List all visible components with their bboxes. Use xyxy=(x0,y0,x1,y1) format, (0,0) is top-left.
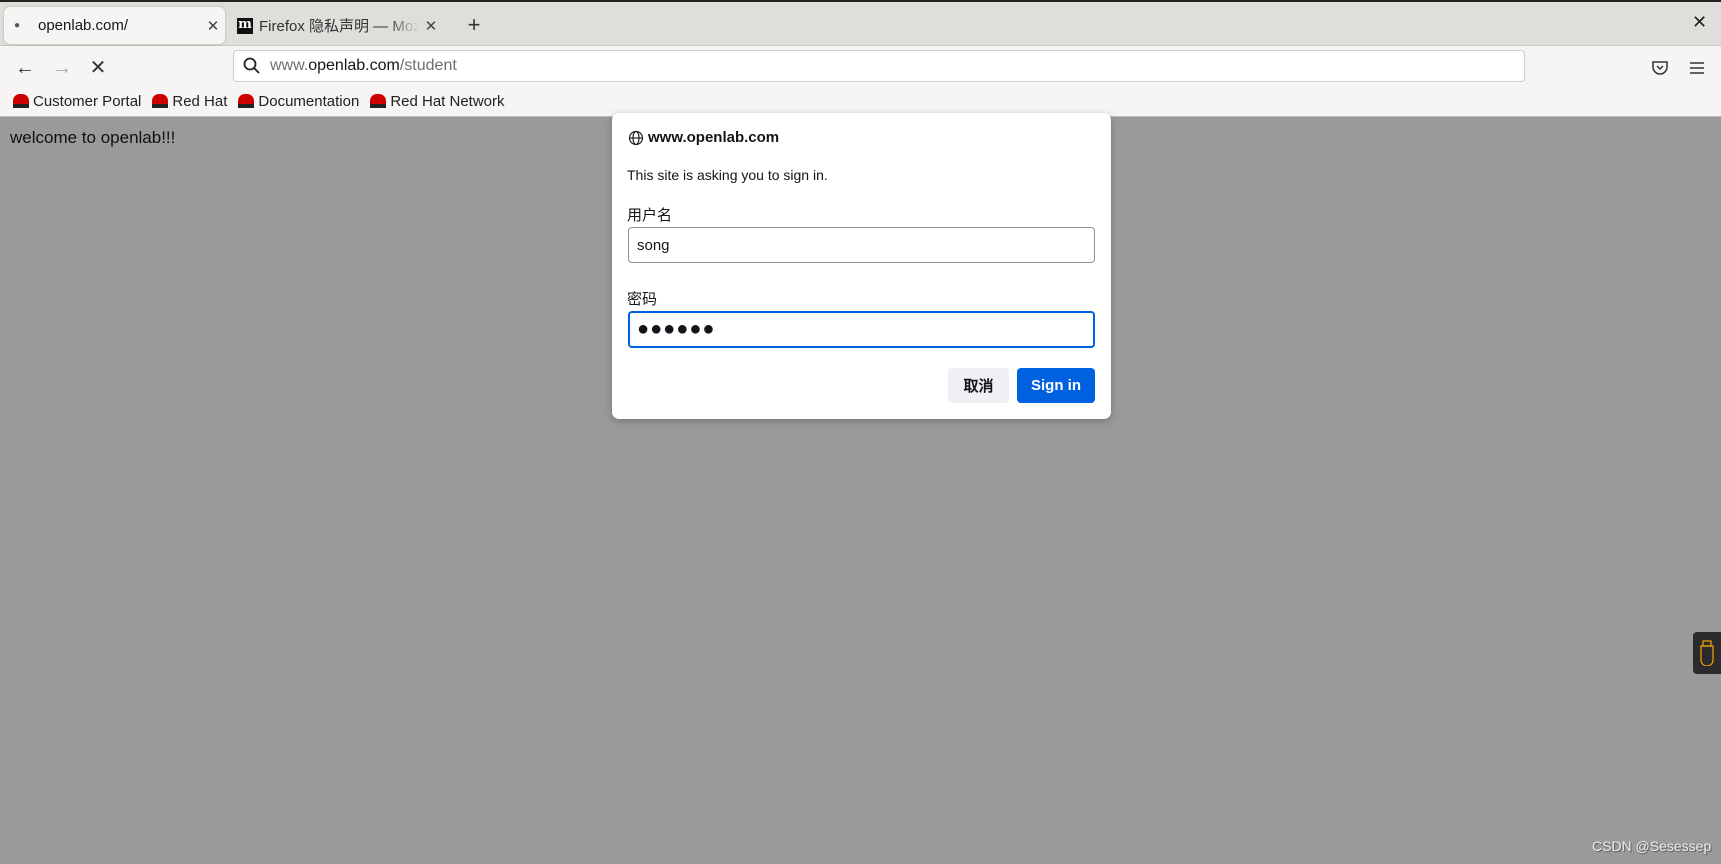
url-bar[interactable]: www.openlab.com/student xyxy=(233,50,1525,82)
dialog-message: This site is asking you to sign in. xyxy=(627,167,828,183)
welcome-text: welcome to openlab!!! xyxy=(10,128,176,147)
back-button[interactable]: ← xyxy=(11,54,39,82)
bookmark-label: Red Hat Network xyxy=(390,92,505,110)
new-tab-button[interactable]: + xyxy=(462,12,486,38)
bookmark-label: Red Hat xyxy=(172,92,228,110)
username-label: 用户名 xyxy=(627,207,673,224)
redhat-icon xyxy=(152,94,169,108)
dialog-host: www.openlab.com xyxy=(628,129,779,146)
window-close-button[interactable]: ✕ xyxy=(1692,12,1707,33)
menu-icon[interactable] xyxy=(1683,54,1711,82)
password-input[interactable]: ●●●●●● xyxy=(628,311,1095,348)
tab-title: Firefox 隐私声明 — Mozilla xyxy=(259,18,419,35)
auth-dialog: www.openlab.com This site is asking you … xyxy=(612,113,1111,419)
pocket-icon[interactable] xyxy=(1646,54,1674,82)
stop-button[interactable]: ✕ xyxy=(84,54,112,82)
forward-button[interactable]: → xyxy=(48,54,76,82)
bookmark-customer-portal[interactable]: Customer Portal xyxy=(13,93,141,110)
url-text: www.openlab.com/student xyxy=(270,57,457,74)
username-input[interactable]: song xyxy=(628,227,1095,263)
redhat-icon xyxy=(13,94,29,108)
tab-openlab[interactable]: ● openlab.com/ ✕ xyxy=(4,7,225,44)
tab-title: openlab.com/ xyxy=(38,17,129,34)
bookmark-documentation[interactable]: Documentation xyxy=(238,93,359,110)
globe-icon xyxy=(628,130,644,145)
nav-bar: ← → ✕ www.openlab.com/student Customer P… xyxy=(0,46,1721,117)
bookmark-red-hat-network[interactable]: Red Hat Network xyxy=(370,92,505,110)
redhat-icon xyxy=(238,94,255,108)
usb-device-icon[interactable] xyxy=(1693,632,1721,674)
tab-close-icon[interactable]: ✕ xyxy=(201,17,225,35)
sign-in-button[interactable]: Sign in xyxy=(1017,368,1095,403)
mozilla-favicon-icon: m xyxy=(237,16,253,34)
tab-firefox-privacy[interactable]: m Firefox 隐私声明 — Mozilla ✕ xyxy=(235,7,443,44)
tab-close-icon[interactable]: ✕ xyxy=(419,17,443,35)
bookmark-label: Customer Portal xyxy=(33,92,142,110)
search-icon xyxy=(243,57,260,74)
watermark: CSDN @Sesessep xyxy=(1592,838,1712,854)
bookmarks-toolbar: Customer Portal Red Hat Documentation Re… xyxy=(0,86,505,116)
cancel-button[interactable]: 取消 xyxy=(948,368,1009,403)
redhat-icon xyxy=(370,94,387,108)
loading-dot-icon: ● xyxy=(14,20,21,31)
dialog-host-text: www.openlab.com xyxy=(648,129,780,146)
tab-bar: ● openlab.com/ ✕ m Firefox 隐私声明 — Mozill… xyxy=(0,0,1721,46)
bookmark-label: Documentation xyxy=(258,92,360,110)
password-label: 密码 xyxy=(627,291,658,308)
bookmark-red-hat[interactable]: Red Hat xyxy=(152,93,227,110)
